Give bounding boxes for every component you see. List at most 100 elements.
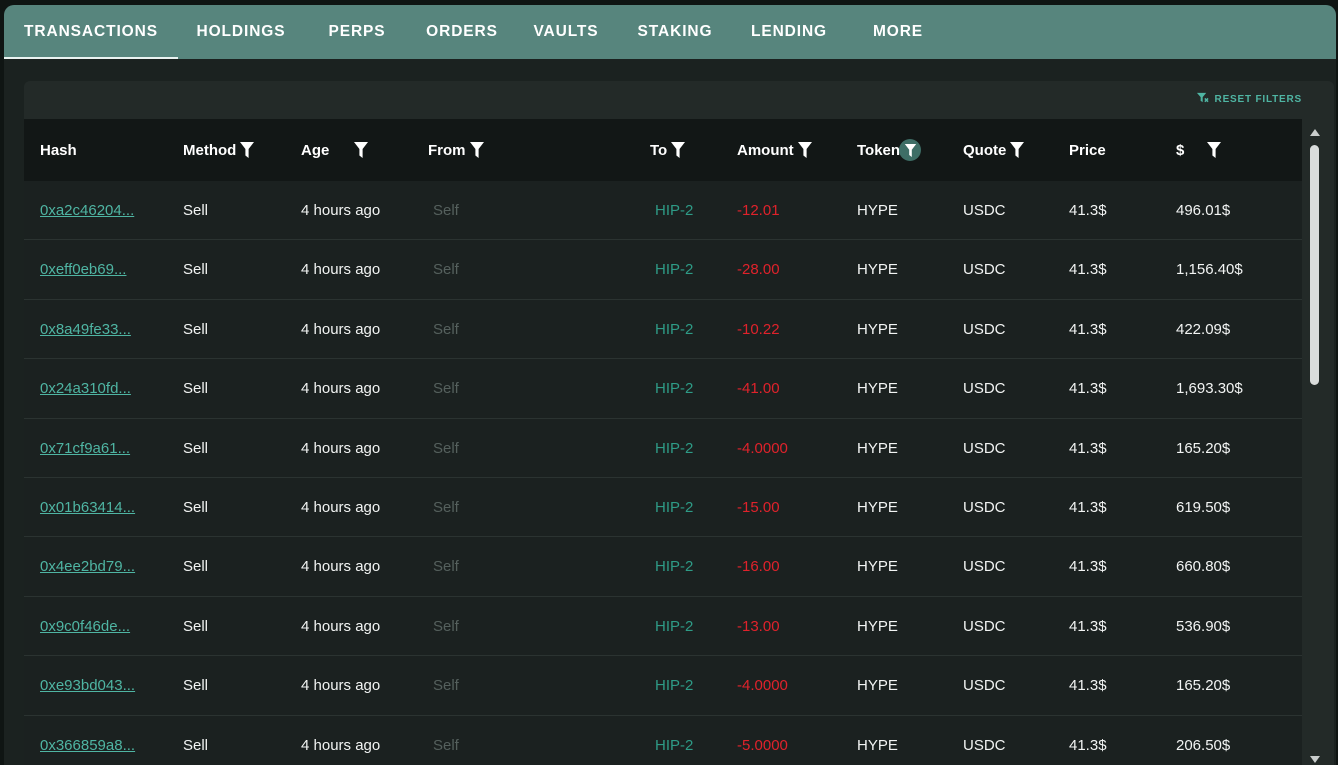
- col-from-label: From: [428, 141, 466, 159]
- price-cell: 41.3$: [1069, 320, 1107, 338]
- to-cell: HIP-2: [655, 320, 694, 338]
- price-cell: 41.3$: [1069, 202, 1107, 219]
- table-row: 0x8a49fe33... Sell 4 hours ago Self HIP-2 -10…: [24, 300, 1302, 360]
- token-cell: HYPE: [857, 736, 898, 754]
- method-cell: Sell: [183, 202, 209, 219]
- table-row: 0x4ee2bd79... Sell 4 hours ago Self HIP-2 -16…: [24, 537, 1302, 597]
- to-cell: HIP-2: [655, 439, 694, 457]
- method-cell: Sell: [183, 617, 209, 635]
- table-header: Hash Method Age From To Amount Token Quo…: [24, 119, 1302, 181]
- col-usd-label: $: [1176, 141, 1185, 159]
- age-cell: 4 hours ago: [301, 617, 381, 635]
- method-cell: Sell: [183, 498, 209, 516]
- col-to-label: To: [650, 141, 668, 159]
- quote-cell: USDC: [963, 261, 1006, 279]
- hash-link[interactable]: 0x4ee2bd79...: [40, 537, 135, 596]
- col-from: From: [428, 119, 485, 181]
- from-cell: Self: [433, 261, 459, 279]
- tab-more[interactable]: MORE: [866, 5, 930, 59]
- to-filter-icon[interactable]: [670, 141, 686, 159]
- usd-filter-icon[interactable]: [1206, 141, 1222, 159]
- hash-link[interactable]: 0x366859a8...: [40, 716, 135, 765]
- method-cell: Sell: [183, 558, 209, 576]
- table-body: 0xa2c46204... Sell 4 hours ago Self HIP-2 -12…: [24, 181, 1302, 765]
- from-cell: Self: [433, 202, 459, 219]
- table-row: 0x9c0f46de... Sell 4 hours ago Self HIP-2 -13…: [24, 597, 1302, 657]
- tab-perps[interactable]: PERPS: [322, 5, 392, 59]
- from-filter-icon[interactable]: [469, 141, 485, 159]
- age-cell: 4 hours ago: [301, 202, 381, 219]
- amount-filter-icon[interactable]: [797, 141, 813, 159]
- tab-staking[interactable]: STAKING: [630, 5, 720, 59]
- method-cell: Sell: [183, 736, 209, 754]
- col-age: Age: [301, 119, 369, 181]
- to-cell: HIP-2: [655, 498, 694, 516]
- method-cell: Sell: [183, 320, 209, 338]
- hash-link[interactable]: 0x01b63414...: [40, 478, 135, 537]
- quote-cell: USDC: [963, 202, 1006, 219]
- caret-up-icon[interactable]: [1308, 125, 1322, 137]
- tab-orders[interactable]: ORDERS: [418, 5, 506, 59]
- col-hash: Hash: [40, 119, 77, 181]
- price-cell: 41.3$: [1069, 439, 1107, 457]
- to-cell: HIP-2: [655, 677, 694, 695]
- hash-link[interactable]: 0x24a310fd...: [40, 359, 131, 418]
- reset-filters-button[interactable]: RESET FILTERS: [1196, 91, 1302, 107]
- quote-cell: USDC: [963, 498, 1006, 516]
- token-cell: HYPE: [857, 617, 898, 635]
- usd-value-cell: 660.80$: [1176, 558, 1231, 576]
- table-row: 0xeff0eb69... Sell 4 hours ago Self HIP-2 -28…: [24, 240, 1302, 300]
- reset-filters-label: RESET FILTERS: [1214, 93, 1302, 105]
- hash-link[interactable]: 0xeff0eb69...: [40, 240, 126, 299]
- table-row: 0xe93bd043... Sell 4 hours ago Self HIP-2 -4.…: [24, 656, 1302, 716]
- col-token: Token: [857, 119, 922, 181]
- to-cell: HIP-2: [655, 736, 694, 754]
- token-filter-active-icon[interactable]: [899, 139, 922, 161]
- method-filter-icon[interactable]: [239, 141, 255, 159]
- transactions-panel: RESET FILTERS Hash Method Age From To Am…: [24, 81, 1334, 765]
- token-cell: HYPE: [857, 261, 898, 279]
- hash-link[interactable]: 0xe93bd043...: [40, 656, 135, 715]
- age-cell: 4 hours ago: [301, 558, 381, 576]
- to-cell: HIP-2: [655, 617, 694, 635]
- col-quote-label: Quote: [963, 141, 1007, 159]
- hash-link[interactable]: 0xa2c46204...: [40, 181, 134, 240]
- col-age-label: Age: [301, 141, 330, 159]
- col-quote: Quote: [963, 119, 1025, 181]
- age-cell: 4 hours ago: [301, 261, 381, 279]
- tab-lending[interactable]: LENDING: [744, 5, 834, 59]
- amount-cell: -13.00: [737, 617, 780, 635]
- price-cell: 41.3$: [1069, 558, 1107, 576]
- amount-cell: -28.00: [737, 261, 780, 279]
- quote-cell: USDC: [963, 439, 1006, 457]
- scrollbar-thumb[interactable]: [1310, 145, 1319, 385]
- from-cell: Self: [433, 439, 459, 457]
- tab-holdings[interactable]: HOLDINGS: [186, 5, 296, 59]
- price-cell: 41.3$: [1069, 617, 1107, 635]
- from-cell: Self: [433, 320, 459, 338]
- token-cell: HYPE: [857, 558, 898, 576]
- method-cell: Sell: [183, 261, 209, 279]
- caret-down-icon[interactable]: [1308, 753, 1322, 765]
- table-row: 0x24a310fd... Sell 4 hours ago Self HIP-2 -41…: [24, 359, 1302, 419]
- method-cell: Sell: [183, 677, 209, 695]
- col-price-label: Price: [1069, 141, 1106, 159]
- vertical-scrollbar[interactable]: [1306, 125, 1324, 765]
- usd-value-cell: 1,693.30$: [1176, 380, 1243, 398]
- tab-vaults[interactable]: VAULTS: [526, 5, 606, 59]
- hash-link[interactable]: 0x8a49fe33...: [40, 300, 131, 359]
- amount-cell: -4.0000: [737, 439, 788, 457]
- token-cell: HYPE: [857, 677, 898, 695]
- tab-transactions[interactable]: TRANSACTIONS: [4, 5, 178, 59]
- quote-cell: USDC: [963, 677, 1006, 695]
- amount-cell: -15.00: [737, 498, 780, 516]
- quote-filter-icon[interactable]: [1009, 141, 1025, 159]
- col-token-label: Token: [857, 141, 901, 159]
- age-filter-icon[interactable]: [353, 141, 369, 159]
- col-to: To: [650, 119, 686, 181]
- hash-link[interactable]: 0x9c0f46de...: [40, 597, 130, 656]
- amount-cell: -5.0000: [737, 736, 788, 754]
- hash-link[interactable]: 0x71cf9a61...: [40, 419, 130, 478]
- to-cell: HIP-2: [655, 380, 694, 398]
- col-amount: Amount: [737, 119, 813, 181]
